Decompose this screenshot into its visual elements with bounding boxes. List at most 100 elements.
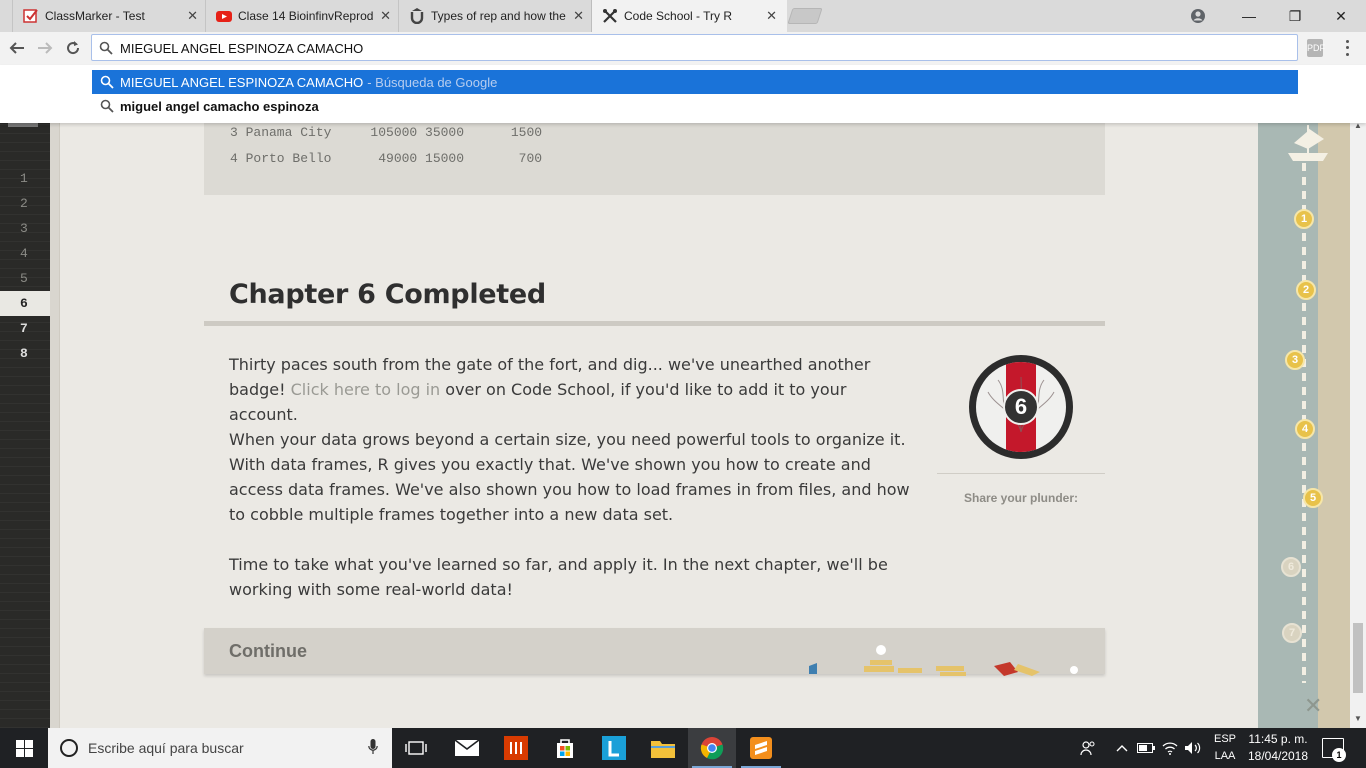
codeschool-icon	[602, 8, 618, 24]
profile-icon[interactable]	[1188, 6, 1208, 26]
suggestion-text: miguel angel camacho espinoza	[120, 98, 319, 114]
login-link[interactable]: Click here to log in	[291, 380, 441, 399]
keyboard-layout: LAA	[1214, 750, 1236, 762]
forward-button[interactable]	[34, 37, 56, 59]
chapter-title: Chapter 6 Completed	[229, 279, 546, 310]
map-waypoint[interactable]: 3	[1285, 350, 1305, 370]
tab-classmarker[interactable]: ClassMarker - Test ✕	[12, 0, 208, 32]
omnibox-suggestions: MIEGUEL ANGEL ESPINOZA CAMACHO - Búsqued…	[0, 65, 1366, 123]
store-app-icon[interactable]	[541, 728, 589, 768]
treasure-decoration	[809, 645, 1078, 676]
line-number: 2	[20, 196, 28, 211]
tab-strip: ClassMarker - Test ✕ Clase 14 BioinfinvR…	[0, 0, 1366, 32]
minimize-button[interactable]: —	[1226, 0, 1272, 32]
map-waypoint-locked: 7	[1282, 623, 1302, 643]
scroll-thumb[interactable]	[1353, 623, 1363, 693]
taskbar-search-placeholder: Escribe aquí para buscar	[88, 740, 244, 756]
chapter-paragraph: Thirty paces south from the gate of the …	[229, 352, 919, 427]
address-bar[interactable]: MIEGUEL ANGEL ESPINOZA CAMACHO	[91, 34, 1298, 61]
start-button[interactable]	[0, 728, 48, 768]
title-divider	[204, 321, 1105, 326]
search-icon	[100, 99, 114, 113]
tab-codeschool[interactable]: Code School - Try R ✕	[591, 0, 787, 32]
close-icon[interactable]: ✕	[380, 8, 391, 24]
l-app-icon[interactable]	[590, 728, 638, 768]
page-scrollbar[interactable]: ▲ ▼	[1350, 123, 1366, 728]
people-icon[interactable]	[1076, 728, 1100, 768]
line-number-current[interactable]: 6	[0, 291, 50, 316]
input-language[interactable]: ESP LAA	[1210, 731, 1240, 765]
map-waypoint[interactable]: 5	[1303, 488, 1323, 508]
code-output-row: 4 Porto Bello 49000 15000 700	[230, 151, 543, 166]
suggestion-text: MIEGUEL ANGEL ESPINOZA CAMACHO	[120, 74, 364, 90]
udemy-icon	[409, 8, 425, 24]
windows-taskbar: Escribe aquí para buscar ESP LAA 11:45 p.…	[0, 728, 1366, 768]
editor-gutter: 1 2 3 4 5 6 7 8	[0, 123, 50, 728]
continue-label: Continue	[229, 641, 307, 661]
close-icon[interactable]: ✕	[187, 8, 198, 24]
browser-toolbar: MIEGUEL ANGEL ESPINOZA CAMACHO PDF	[0, 32, 1366, 65]
battery-icon[interactable]	[1136, 728, 1156, 768]
editor-border	[50, 123, 60, 728]
map-waypoint[interactable]: 1	[1294, 209, 1314, 229]
share-divider	[937, 473, 1105, 474]
file-explorer-icon[interactable]	[639, 728, 687, 768]
tab-youtube[interactable]: Clase 14 BioinfinvReprod ✕	[205, 0, 401, 32]
clock-date: 18/04/2018	[1247, 749, 1309, 763]
suggestion-subtext: - Búsqueda de Google	[367, 74, 498, 90]
suggestion-item[interactable]: MIEGUEL ANGEL ESPINOZA CAMACHO - Búsqued…	[92, 70, 1298, 94]
line-number: 7	[20, 321, 28, 336]
reload-button[interactable]	[62, 37, 84, 59]
code-output: 3 Panama City 105000 35000 1500 4 Porto …	[204, 123, 1105, 195]
line-number: 1	[20, 171, 28, 186]
map-waypoint-locked: 6	[1281, 557, 1301, 577]
microphone-icon[interactable]	[368, 739, 378, 755]
tab-title: Code School - Try R	[624, 9, 733, 23]
line-number: 4	[20, 246, 28, 261]
tab-title: Types of rep and how the	[431, 9, 566, 23]
line-number: 3	[20, 221, 28, 236]
tray-chevron-up-icon[interactable]	[1112, 728, 1132, 768]
back-button[interactable]	[6, 37, 28, 59]
wifi-icon[interactable]	[1160, 728, 1180, 768]
close-icon[interactable]: ✕	[766, 8, 777, 24]
tab-title: Clase 14 BioinfinvReprod	[238, 9, 374, 23]
continue-button[interactable]: Continue	[204, 628, 1105, 676]
suggestion-item[interactable]: miguel angel camacho espinoza	[92, 94, 1298, 118]
close-icon[interactable]: ✕	[573, 8, 584, 24]
new-tab-button[interactable]	[787, 8, 823, 24]
chapter-badge: 6	[969, 355, 1073, 459]
treasure-x-icon: ✕	[1304, 693, 1323, 718]
restore-button[interactable]: ❐	[1272, 0, 1318, 32]
line-number: 5	[20, 271, 28, 286]
notification-badge: 1	[1332, 748, 1346, 762]
forward-arrow-icon	[38, 42, 53, 54]
badge-number: 6	[1003, 389, 1039, 425]
sublime-app-icon[interactable]	[737, 728, 785, 768]
taskbar-clock[interactable]: 11:45 p. m. 18/04/2018	[1244, 731, 1312, 765]
windows-logo-icon	[15, 739, 33, 757]
gutter-marker	[8, 123, 38, 127]
youtube-icon	[216, 8, 232, 24]
scroll-up-icon[interactable]: ▲	[1354, 123, 1362, 130]
mail-app-icon[interactable]	[443, 728, 491, 768]
taskbar-search[interactable]: Escribe aquí para buscar	[48, 728, 392, 768]
chapter-paragraph: When your data grows beyond a certain si…	[229, 430, 910, 524]
chapter-paragraph: Time to take what you've learned so far,…	[229, 555, 888, 599]
scroll-down-icon[interactable]: ▼	[1354, 714, 1362, 723]
address-text: MIEGUEL ANGEL ESPINOZA CAMACHO	[120, 41, 364, 56]
task-view-icon[interactable]	[392, 728, 440, 768]
lesson-content: 3 Panama City 105000 35000 1500 4 Porto …	[60, 123, 1258, 728]
map-waypoint[interactable]: 2	[1296, 280, 1316, 300]
pdf-extension-icon[interactable]: PDF	[1307, 39, 1325, 57]
map-waypoint[interactable]: 4	[1295, 419, 1315, 439]
tab-title: ClassMarker - Test	[45, 9, 145, 23]
chrome-menu-icon[interactable]	[1342, 38, 1352, 58]
classmarker-icon	[23, 8, 39, 24]
office-app-icon[interactable]	[492, 728, 540, 768]
volume-icon[interactable]	[1182, 728, 1204, 768]
cortana-icon	[60, 739, 78, 757]
window-close-button[interactable]: ✕	[1318, 0, 1364, 32]
tab-udemy[interactable]: Types of rep and how the ✕	[398, 0, 594, 32]
chrome-app-icon[interactable]	[688, 728, 736, 768]
